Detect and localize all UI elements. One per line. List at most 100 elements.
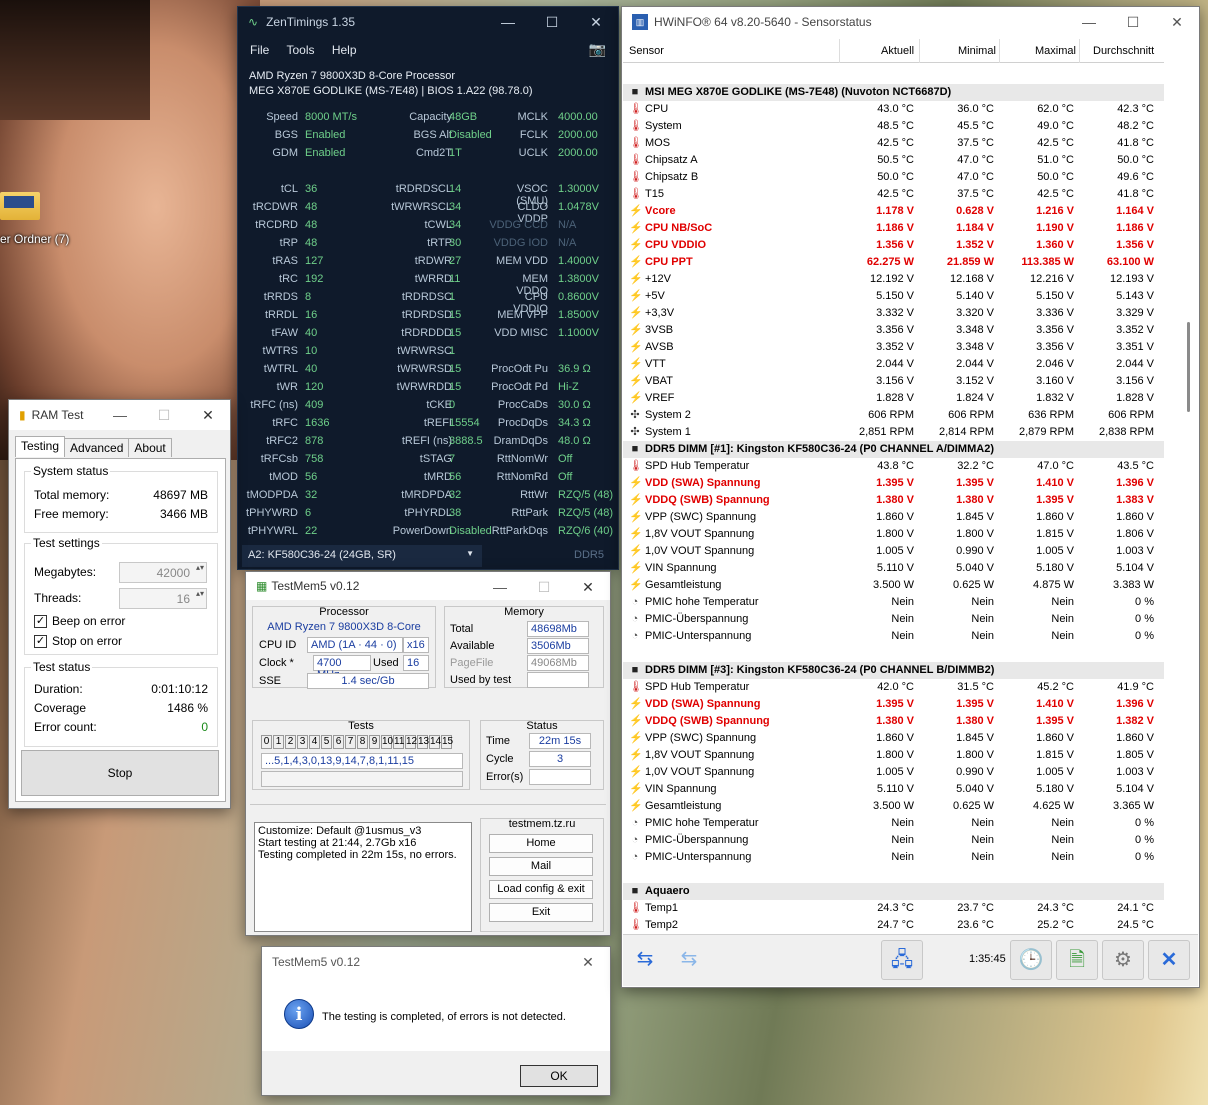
sensor-row[interactable]: ⚡ CPU PPT 62.275 W 21.859 W 113.385 W 63.100 … [623, 254, 1164, 271]
sensor-row[interactable]: 🌡 T15 42.5 °C 37.5 °C 42.5 °C 41.8 °C [623, 186, 1164, 203]
sensor-row[interactable]: 🌡 SPD Hub Temperatur 42.0 °C 31.5 °C 45.2 °C… [623, 679, 1164, 696]
sensor-row[interactable]: ⚡ Vcore 1.178 V 0.628 V 1.216 V 1.164 V [623, 203, 1164, 220]
sensor-group-header[interactable]: ■ MSI MEG X870E GODLIKE (MS-7E48) (Nuvoto… [623, 84, 1164, 101]
sensor-row[interactable]: ⚡ 1,8V VOUT Spannung 1.800 V 1.800 V 1.815 V… [623, 747, 1164, 764]
minimize-icon[interactable]: — [486, 7, 530, 37]
sensor-group-header[interactable]: ■ Aquaero [623, 883, 1164, 900]
sensor-row[interactable]: ⚡ VDDQ (SWB) Spannung 1.380 V 1.380 V 1.395 … [623, 492, 1164, 509]
exit-button[interactable]: Exit [489, 903, 593, 922]
sensor-row[interactable]: ⚡ CPU NB/SoC 1.186 V 1.184 V 1.190 V 1.186 V [623, 220, 1164, 237]
site-link[interactable]: testmem.tz.ru [481, 818, 603, 830]
minimize-icon[interactable]: — [98, 400, 142, 430]
close-icon[interactable]: ✕ [566, 572, 610, 602]
maximize-icon[interactable]: ☐ [522, 572, 566, 602]
sensor-row[interactable]: ⚡ VPP (SWC) Spannung 1.860 V 1.845 V 1.860 V… [623, 509, 1164, 526]
menu-tools[interactable]: Tools [286, 43, 314, 57]
megabytes-stepper[interactable]: 42000 [119, 562, 207, 583]
sensor-row[interactable]: 🌡 Temp1 24.3 °C 23.7 °C 24.3 °C 24.1 °C [623, 900, 1164, 917]
sensor-row[interactable]: ◔ PMIC-Unterspannung Nein Nein Nein 0 % [623, 849, 1164, 866]
sensor-row[interactable]: ⚡ 1,0V VOUT Spannung 1.005 V 0.990 V 1.005 V… [623, 543, 1164, 560]
sensor-row[interactable]: ⚡ 1,0V VOUT Spannung 1.005 V 0.990 V 1.005 V… [623, 764, 1164, 781]
sensor-row[interactable]: ⚡ VDD (SWA) Spannung 1.395 V 1.395 V 1.410 V… [623, 475, 1164, 492]
sensor-row[interactable]: ✣ System 1 2,851 RPM 2,814 RPM 2,879 RPM 2,83… [623, 424, 1164, 441]
sensor-group-header[interactable]: ■ DDR5 DIMM [#1]: Kingston KF580C36-24 (P… [623, 441, 1164, 458]
sensor-row[interactable]: ⚡ 3VSB 3.356 V 3.348 V 3.356 V 3.352 V [623, 322, 1164, 339]
sensor-row[interactable]: ⚡ +12V 12.192 V 12.168 V 12.216 V 12.193 V [623, 271, 1164, 288]
arrows-collapse-icon[interactable]: ⇆ [669, 940, 709, 980]
ok-button[interactable]: OK [520, 1065, 598, 1087]
desktop-folder-label[interactable]: er Ordner (7) [0, 232, 69, 246]
maximize-icon[interactable]: ☐ [530, 7, 574, 37]
sensor-row[interactable]: ◔ PMIC hohe Temperatur Nein Nein Nein 0 % [623, 815, 1164, 832]
tab-testing[interactable]: Testing [15, 436, 66, 457]
sensor-row[interactable]: ◔ PMIC hohe Temperatur Nein Nein Nein 0 % [623, 594, 1164, 611]
close-icon[interactable]: ✕ [566, 947, 610, 977]
sensor-row[interactable]: 🌡 Chipsatz B 50.0 °C 47.0 °C 50.0 °C 49.6 °C [623, 169, 1164, 186]
folder-icon[interactable] [0, 186, 42, 222]
column-current[interactable]: Aktuell [881, 45, 914, 57]
sensor-row[interactable]: 🌡 MOS 42.5 °C 37.5 °C 42.5 °C 41.8 °C [623, 135, 1164, 152]
sensor-row[interactable]: ⚡ VTT 2.044 V 2.044 V 2.046 V 2.044 V [623, 356, 1164, 373]
sensor-row[interactable]: ◔ PMIC-Unterspannung Nein Nein Nein 0 % [623, 628, 1164, 645]
sensor-row[interactable]: 🌡 System 48.5 °C 45.5 °C 49.0 °C 48.2 °C [623, 118, 1164, 135]
column-max[interactable]: Maximal [1035, 45, 1076, 57]
sensor-row[interactable]: ⚡ AVSB 3.352 V 3.348 V 3.356 V 3.351 V [623, 339, 1164, 356]
column-average[interactable]: Durchschnitt [1093, 45, 1154, 57]
timing-value: 15 [449, 309, 462, 321]
home-button[interactable]: Home [489, 834, 593, 853]
sensor-row[interactable]: ◔ PMIC-Überspannung Nein Nein Nein 0 % [623, 611, 1164, 628]
maximize-icon[interactable]: ☐ [142, 400, 186, 430]
sensor-row[interactable]: ⚡ VDD (SWA) Spannung 1.395 V 1.395 V 1.410 V… [623, 696, 1164, 713]
load-config-exit-button[interactable]: Load config & exit [489, 880, 593, 899]
maximize-icon[interactable]: ☐ [1111, 7, 1155, 37]
module-select[interactable]: A2: KF580C36-24 (24GB, SR) ▼ [242, 545, 482, 567]
gear-icon[interactable]: ⚙ [1102, 940, 1144, 980]
sensor-row[interactable]: ⚡ Gesamtleistung 3.500 W 0.625 W 4.625 W 3.36… [623, 798, 1164, 815]
close-icon[interactable]: ✕ [1155, 7, 1199, 37]
sensor-row[interactable]: 🌡 CPU 43.0 °C 36.0 °C 62.0 °C 42.3 °C [623, 101, 1164, 118]
menu-help[interactable]: Help [332, 43, 357, 57]
mail-button[interactable]: Mail [489, 857, 593, 876]
sensor-value: 606 RPM [948, 409, 994, 421]
sensor-row[interactable]: ⚡ 1,8V VOUT Spannung 1.800 V 1.800 V 1.815 V… [623, 526, 1164, 543]
stop-button[interactable]: Stop [21, 750, 219, 796]
sensor-row[interactable]: ⚡ VIN Spannung 5.110 V 5.040 V 5.180 V 5.104 … [623, 781, 1164, 798]
column-min[interactable]: Minimal [958, 45, 996, 57]
menu-file[interactable]: File [250, 43, 269, 57]
sensor-row[interactable]: ◔ PMIC-Überspannung Nein Nein Nein 0 % [623, 832, 1164, 849]
sensor-row[interactable]: ⚡ VBAT 3.156 V 3.152 V 3.160 V 3.156 V [623, 373, 1164, 390]
sensor-row[interactable]: 🌡 Chipsatz A 50.5 °C 47.0 °C 51.0 °C 50.0 °C [623, 152, 1164, 169]
threads-stepper[interactable]: 16 [119, 588, 207, 609]
sensor-row[interactable]: ⚡ VPP (SWC) Spannung 1.860 V 1.845 V 1.860 V… [623, 730, 1164, 747]
sensor-row[interactable]: ⚡ VREF 1.828 V 1.824 V 1.832 V 1.828 V [623, 390, 1164, 407]
scrollbar-thumb[interactable] [1187, 322, 1190, 412]
arrows-left-right-icon[interactable]: ⇆ [625, 940, 665, 980]
sensor-row[interactable]: 🌡 Temp2 24.7 °C 23.6 °C 25.2 °C 24.5 °C [623, 917, 1164, 934]
sensor-row[interactable]: ✣ System 2 606 RPM 606 RPM 636 RPM 606 RPM [623, 407, 1164, 424]
close-icon[interactable]: ✕ [574, 7, 618, 37]
network-icon[interactable]: 🖧 [881, 940, 923, 980]
minimize-icon[interactable]: — [1067, 7, 1111, 37]
clock-icon[interactable]: 🕒 [1010, 940, 1052, 980]
sensor-row[interactable]: ⚡ CPU VDDIO 1.356 V 1.352 V 1.360 V 1.356 V [623, 237, 1164, 254]
close-icon[interactable]: ✕ [186, 400, 230, 430]
minimize-icon[interactable]: — [478, 572, 522, 602]
close-icon[interactable]: ✕ [1148, 940, 1190, 980]
camera-icon[interactable]: 📷 [589, 41, 606, 58]
sensor-row[interactable]: 🌡 SPD Hub Temperatur 43.8 °C 32.2 °C 47.0 °C… [623, 458, 1164, 475]
dialog-titlebar[interactable]: TestMem5 v0.12 [262, 947, 610, 977]
sensor-group-header[interactable]: ■ DDR5 DIMM [#3]: Kingston KF580C36-24 (P… [623, 662, 1164, 679]
scrollbar[interactable] [1185, 67, 1191, 935]
sensor-row[interactable]: ⚡ Gesamtleistung 3.500 W 0.625 W 4.875 W 3.38… [623, 577, 1164, 594]
timing-label: ProcCaDs [497, 399, 548, 411]
sensor-row[interactable]: ⚡ +5V 5.150 V 5.140 V 5.150 V 5.143 V [623, 288, 1164, 305]
tab-advanced[interactable]: Advanced [64, 438, 130, 457]
report-add-icon[interactable]: 🗎 [1056, 940, 1098, 980]
sensor-row[interactable]: ⚡ +3,3V 3.332 V 3.320 V 3.336 V 3.329 V [623, 305, 1164, 322]
sensor-row[interactable]: ⚡ VDDQ (SWB) Spannung 1.380 V 1.380 V 1.395 … [623, 713, 1164, 730]
beep-on-error-checkbox[interactable]: ✓ Beep on error [34, 614, 125, 628]
stop-on-error-checkbox[interactable]: ✓ Stop on error [34, 634, 122, 648]
column-sensor[interactable]: Sensor [629, 45, 664, 57]
sensor-row[interactable]: ⚡ VIN Spannung 5.110 V 5.040 V 5.180 V 5.104 … [623, 560, 1164, 577]
tab-about[interactable]: About [128, 438, 172, 457]
